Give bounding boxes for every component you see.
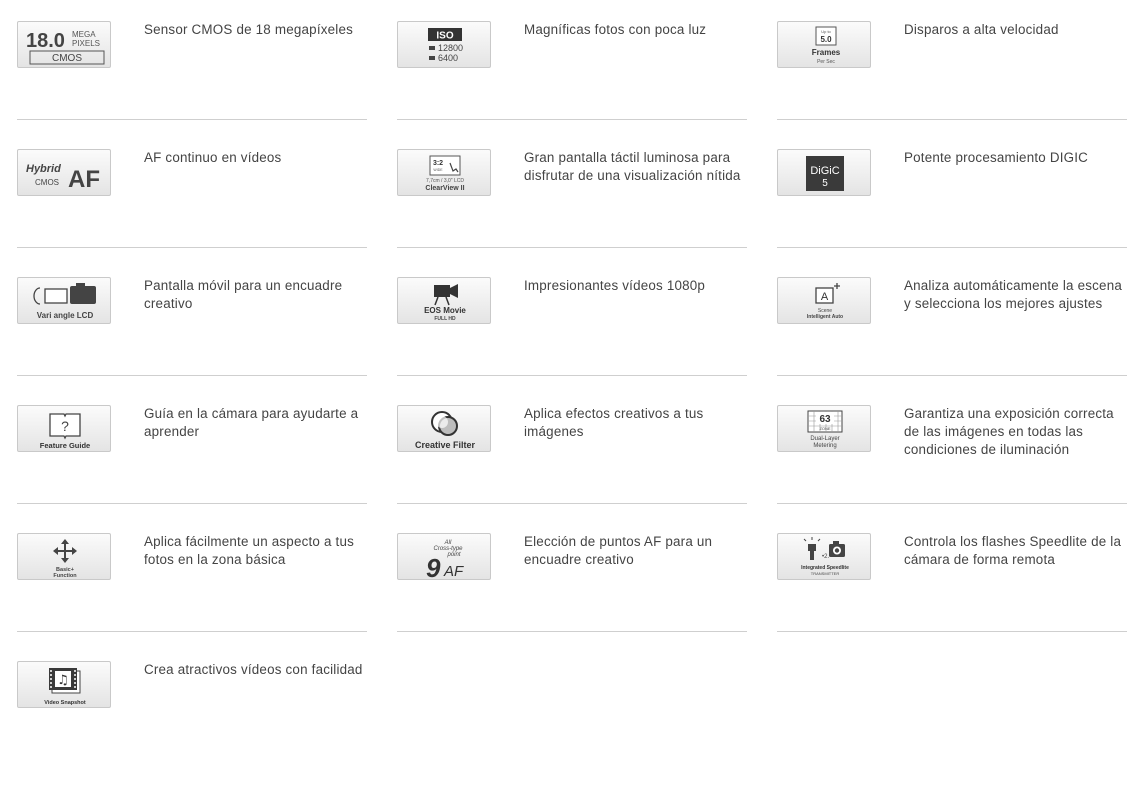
feature-text: Elección de puntos AF para un encuadre c… [524, 534, 713, 567]
creative-filter-icon: Creative Filter [397, 405, 491, 452]
badge-text: ? [61, 418, 69, 434]
speedlite-icon: •2. Integrated Speedlite TRANSMITTER [777, 533, 871, 580]
18mp-cmos-icon: 18.0 MEGA PIXELS CMOS [17, 21, 111, 68]
badge-text: AF [68, 166, 100, 193]
badge-text: A [821, 291, 829, 303]
fps-icon: Up to 5.0 Frames Per Sec [777, 21, 871, 68]
badge-text: DiGiC [810, 165, 839, 177]
feature-text: Garantiza una exposición correcta de las… [904, 406, 1114, 457]
badge-text: Feature Guide [40, 441, 90, 450]
feature-item: A Scene Intelligent Auto Analiza automát… [777, 277, 1127, 376]
badge-text: 3:2 [433, 160, 443, 167]
af-points-icon: All Cross-type point 9 AF [397, 533, 491, 581]
hybrid-af-icon: Hybrid CMOS AF [17, 149, 111, 196]
feature-text: Potente procesamiento DIGIC [904, 150, 1089, 165]
badge-text: Creative Filter [415, 440, 476, 450]
feature-item: Basic+ Function Aplica fácilmente un asp… [17, 533, 367, 632]
vari-angle-icon: Vari angle LCD [17, 277, 111, 324]
badge-text: ISO [436, 31, 453, 42]
svg-text:•2.: •2. [822, 554, 829, 560]
badge-text: PIXELS [72, 39, 100, 48]
badge-text: 7,7cm / 3,0" LCD [426, 178, 464, 184]
badge-text: FULL HD [434, 316, 456, 322]
feature-item: ISO 12800 6400 Magníficas fotos con poca… [397, 21, 747, 120]
feature-text: AF continuo en vídeos [144, 150, 282, 165]
badge-text: Hybrid [26, 163, 61, 175]
badge-text: point [446, 552, 460, 558]
badge-text: TRANSMITTER [811, 571, 840, 576]
badge-text: 63 [819, 414, 831, 425]
feature-item: •2. Integrated Speedlite TRANSMITTER Con… [777, 533, 1127, 632]
feature-text: Crea atractivos vídeos con facilidad [144, 662, 363, 677]
feature-item: DiGiC 5 Potente procesamiento DIGIC [777, 149, 1127, 248]
feature-text: Controla los flashes Speedlite de la cám… [904, 534, 1122, 567]
feature-text: Impresionantes vídeos 1080p [524, 278, 706, 293]
digic-icon: DiGiC 5 [777, 149, 871, 196]
feature-item: ♫ Video Snapshot Crea atractivos vídeos … [17, 661, 367, 759]
badge-text: MEGA [72, 30, 96, 39]
badge-text: Dual-Layer [810, 436, 839, 442]
badge-text: Up to [821, 29, 831, 34]
badge-text: Video Snapshot [44, 700, 86, 706]
scene-auto-icon: A Scene Intelligent Auto [777, 277, 871, 324]
feature-guide-icon: ? Feature Guide [17, 405, 111, 452]
feature-text: Pantalla móvil para un encuadre creativo [144, 278, 343, 311]
badge-text: 12800 [438, 43, 463, 53]
feature-item: 18.0 MEGA PIXELS CMOS Sensor CMOS de 18 … [17, 21, 367, 120]
badge-text: 5 [822, 178, 828, 189]
badge-text: ZONE [819, 426, 830, 431]
badge-text: Frames [812, 48, 841, 57]
clearview-lcd-icon: 3:2 WIDE 7,7cm / 3,0" LCD ClearView II [397, 149, 491, 196]
badge-text: Vari angle LCD [37, 311, 94, 320]
feature-text: Aplica efectos creativos a tus imágenes [524, 406, 704, 439]
feature-item: Creative Filter Aplica efectos creativos… [397, 405, 747, 504]
badge-text: CMOS [52, 53, 82, 64]
feature-text: Gran pantalla táctil luminosa para disfr… [524, 150, 741, 183]
badge-text: Per Sec [817, 59, 835, 65]
feature-text: Analiza automáticamente la escena y sele… [904, 278, 1122, 311]
badge-text: 6400 [438, 53, 458, 63]
feature-text: Guía en la cámara para ayudarte a aprend… [144, 406, 359, 439]
metering-icon: 63 ZONE Dual-Layer Metering [777, 405, 871, 452]
badge-text: AF [443, 563, 464, 580]
badge-text: Function [53, 573, 77, 579]
badge-text: ClearView II [425, 185, 464, 192]
badge-text: CMOS [35, 178, 59, 187]
badge-text: 9 [426, 553, 441, 581]
feature-item: Vari angle LCD Pantalla móvil para un en… [17, 277, 367, 376]
badge-text: Intelligent Auto [807, 314, 843, 320]
badge-text: 18.0 [26, 30, 65, 52]
iso-icon: ISO 12800 6400 [397, 21, 491, 68]
video-snapshot-icon: ♫ Video Snapshot [17, 661, 111, 708]
eos-movie-icon: EOS Movie FULL HD [397, 277, 491, 324]
feature-item: 3:2 WIDE 7,7cm / 3,0" LCD ClearView II G… [397, 149, 747, 248]
feature-text: Disparos a alta velocidad [904, 22, 1059, 37]
badge-text: EOS Movie [424, 306, 466, 315]
feature-item: All Cross-type point 9 AF Elección de pu… [397, 533, 747, 632]
feature-item: ? Feature Guide Guía en la cámara para a… [17, 405, 367, 504]
svg-text:♫: ♫ [57, 673, 69, 688]
feature-item: 63 ZONE Dual-Layer Metering Garantiza un… [777, 405, 1127, 504]
feature-text: Sensor CMOS de 18 megapíxeles [144, 22, 353, 37]
badge-text: Metering [813, 443, 836, 449]
basic-plus-icon: Basic+ Function [17, 533, 111, 580]
feature-grid: 18.0 MEGA PIXELS CMOS Sensor CMOS de 18 … [17, 21, 1127, 788]
feature-item: Hybrid CMOS AF AF continuo en vídeos [17, 149, 367, 248]
badge-text: 5.0 [820, 35, 832, 44]
feature-item: EOS Movie FULL HD Impresionantes vídeos … [397, 277, 747, 376]
feature-text: Aplica fácilmente un aspecto a tus fotos… [144, 534, 355, 567]
feature-item: Up to 5.0 Frames Per Sec Disparos a alta… [777, 21, 1127, 120]
badge-text: WIDE [433, 168, 443, 172]
feature-text: Magníficas fotos con poca luz [524, 22, 707, 37]
